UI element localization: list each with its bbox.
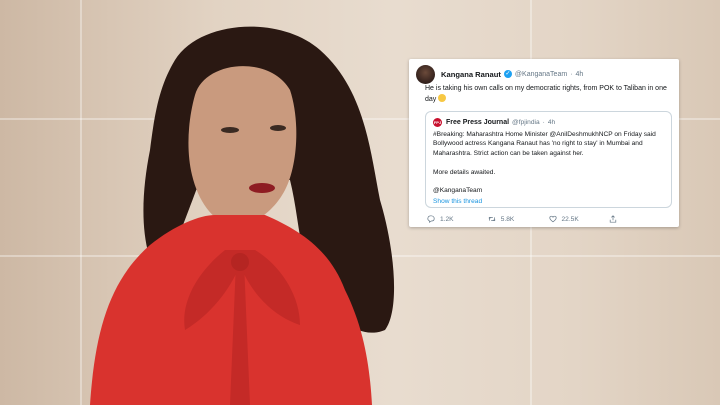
tweet-text-body: He is taking his own calls on my democra… [425,85,667,103]
reply-icon [427,215,435,223]
separator-dot: · [542,119,545,126]
fpj-logo-icon: FPJ [433,118,442,127]
quoted-author-handle: @fpjindia [512,119,540,126]
quoted-tweet-header: FPJ Free Press Journal @fpjindia · 4h [433,117,663,128]
tweet-header: Kangana Ranaut ✓ @KanganaTeam · 4h [416,64,670,84]
author-handle[interactable]: @KanganaTeam [515,71,567,78]
like-button[interactable]: 22.5K [548,215,610,223]
tweet-card[interactable]: Kangana Ranaut ✓ @KanganaTeam · 4h He is… [409,59,679,227]
separator-dot: · [570,70,573,78]
show-thread-link[interactable]: Show this thread [433,197,663,206]
tweet-time[interactable]: 4h [576,71,584,78]
tweet-text: He is taking his own calls on my democra… [425,84,673,105]
like-count: 22.5K [561,215,579,223]
retweet-button[interactable]: 5.8K [488,215,549,223]
quoted-mention: @KanganaTeam [433,187,483,195]
quoted-tweet[interactable]: FPJ Free Press Journal @fpjindia · 4h #B… [425,111,672,208]
tweet-actions: 1.2K 5.8K 22.5K [427,213,670,225]
quoted-text-line: #Breaking: Maharashtra Home Minister @An… [433,131,656,157]
retweet-count: 5.8K [500,215,515,223]
author-name[interactable]: Kangana Ranaut [441,70,501,79]
quoted-tweet-body: #Breaking: Maharashtra Home Minister @An… [433,130,663,206]
quoted-text-line: More details awaited. [433,168,496,176]
quoted-tweet-time: 4h [547,119,556,126]
verified-icon: ✓ [503,70,512,78]
heart-icon [548,215,557,223]
share-button[interactable] [609,215,670,223]
retweet-icon [488,216,496,222]
reply-button[interactable]: 1.2K [427,215,488,223]
quoted-author-name: Free Press Journal [446,119,510,126]
smile-emoji-icon [438,94,447,102]
avatar[interactable] [416,64,435,84]
share-icon [610,215,617,223]
reply-count: 1.2K [440,215,454,223]
